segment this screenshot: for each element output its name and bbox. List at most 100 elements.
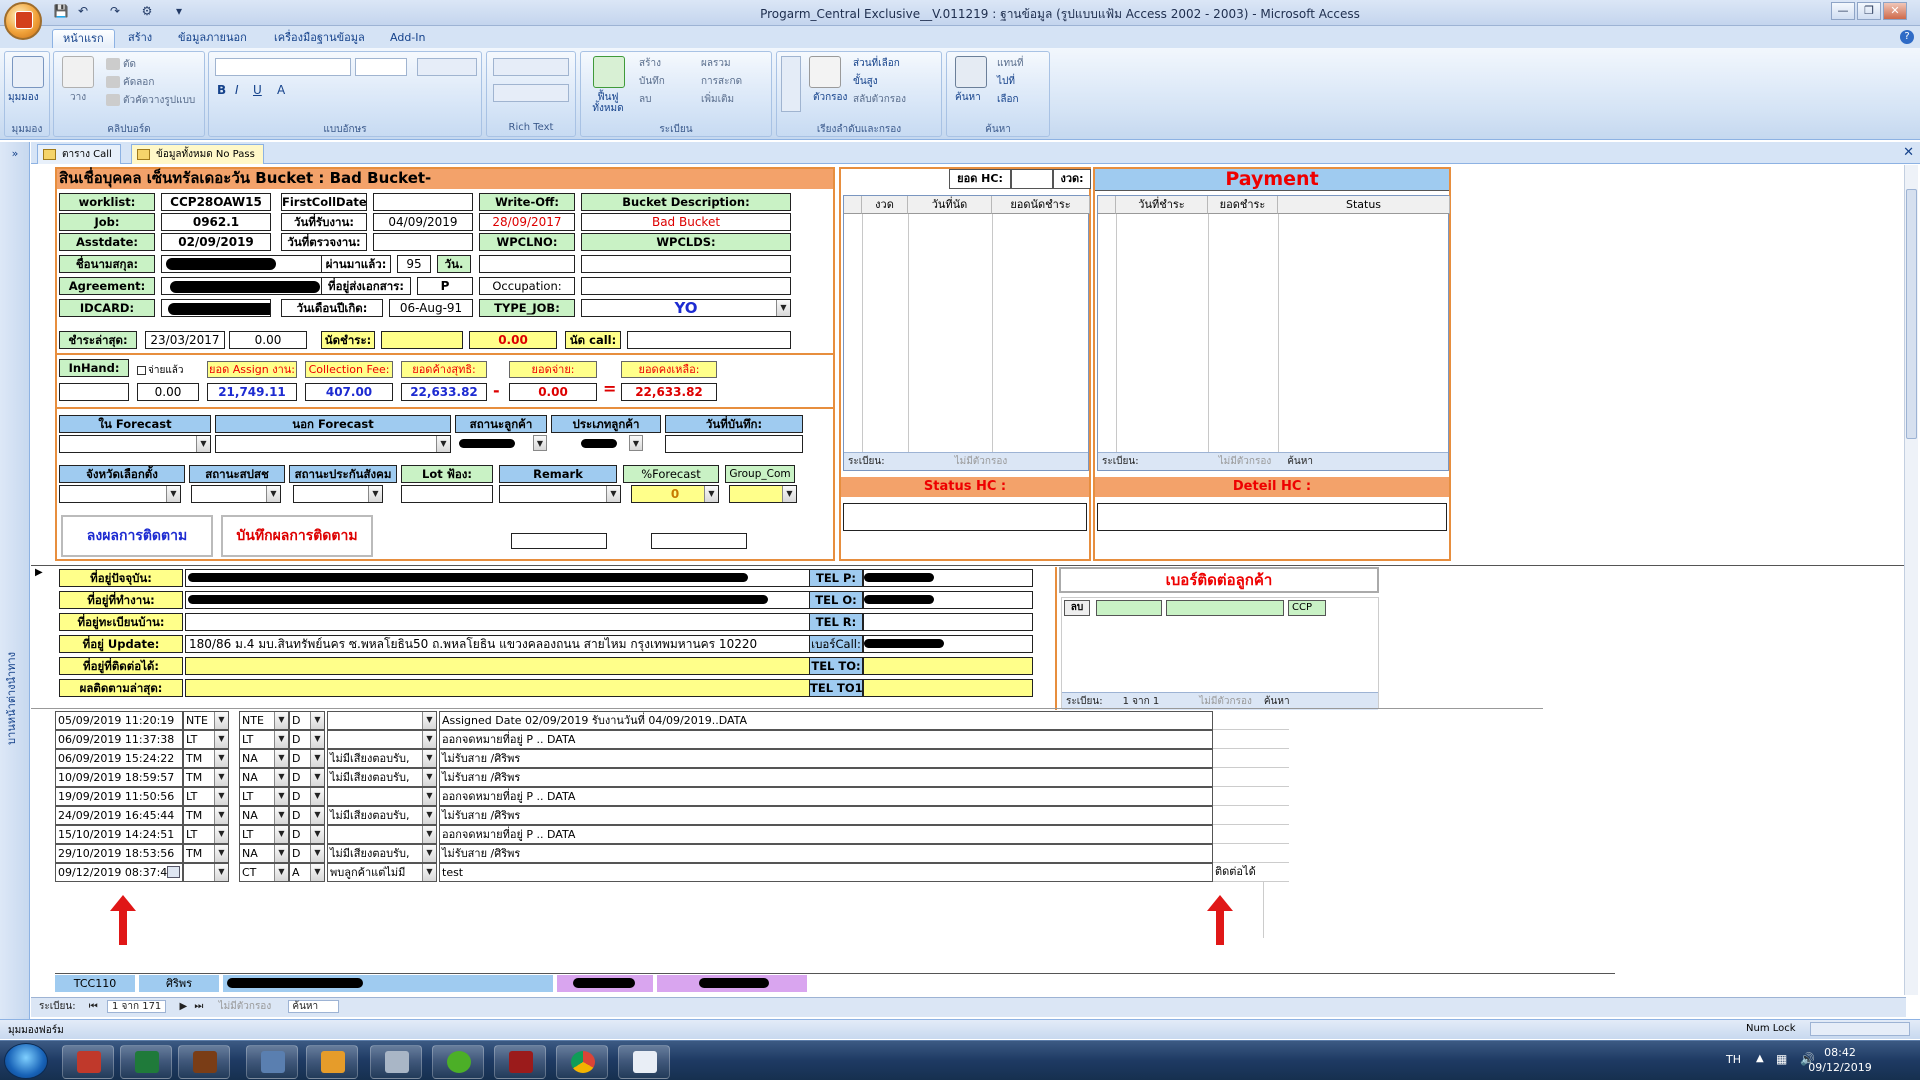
log-note[interactable]: ออกจดหมายที่อยู่ P .. DATA [439, 825, 1213, 844]
chevron-down-icon[interactable]: ▼ [422, 750, 436, 767]
log-status-code[interactable]: D ▼ [289, 711, 325, 730]
hc-amount-field[interactable] [1011, 169, 1053, 189]
firstcall-field[interactable] [373, 193, 473, 211]
quick-access-icon[interactable]: ⚙ [138, 4, 156, 20]
chevron-down-icon[interactable]: ▼ [310, 826, 324, 843]
doctab-no-pass[interactable]: ข้อมูลทั้งหมด No Pass [131, 144, 264, 164]
chevron-down-icon[interactable]: ▼ [274, 712, 288, 729]
out-forecast-select[interactable]: ▼ [215, 435, 451, 453]
chevron-down-icon[interactable]: ▼ [214, 864, 228, 881]
log-contact-result[interactable] [1213, 711, 1289, 730]
new-record-button[interactable]: สร้าง [639, 58, 661, 70]
remain-field[interactable]: 22,633.82 [621, 383, 717, 401]
log-reason[interactable]: ไม่มีเสียงตอบรับ, ▼ [327, 806, 437, 825]
tel-to1-field[interactable] [863, 679, 1033, 697]
contact-ccp-field[interactable]: CCP [1288, 600, 1326, 616]
log-reason[interactable]: ไม่มีเสียงตอบรับ, ▼ [327, 844, 437, 863]
customize-qat-icon[interactable]: ▾ [170, 4, 188, 20]
chevron-down-icon[interactable]: ▼ [274, 750, 288, 767]
chevron-down-icon[interactable]: ▼ [606, 486, 620, 502]
chevron-down-icon[interactable]: ▼ [214, 788, 228, 805]
log-contact-result[interactable] [1213, 730, 1289, 749]
align-buttons[interactable] [417, 58, 477, 76]
find-button[interactable]: ค้นหา [955, 92, 981, 104]
net-field[interactable]: 22,633.82 [401, 383, 487, 401]
bucketdesc-field[interactable]: Bad Bucket [581, 213, 791, 231]
social-security-select[interactable]: ▼ [293, 485, 383, 503]
chevron-down-icon[interactable]: ▼ [214, 750, 228, 767]
format-painter-button[interactable]: ตัวคัดวางรูปแบบ [106, 94, 195, 107]
log-result-code[interactable]: NA ▼ [239, 844, 289, 863]
spelling-button[interactable]: การสะกด [701, 76, 742, 88]
save-followup-button[interactable]: บันทึกผลการติดตาม [221, 515, 373, 557]
taskbar-app-access[interactable] [494, 1045, 546, 1079]
chevron-down-icon[interactable]: ▼ [196, 436, 210, 452]
lastpay-amount-field[interactable]: 0.00 [229, 331, 307, 349]
log-reason[interactable]: ▼ [327, 787, 437, 806]
list-buttons[interactable] [493, 84, 569, 102]
log-note[interactable]: ไม่รับสาย /ศิริพร [439, 844, 1213, 863]
refresh-all-button[interactable]: ฟื้นฟู ทั้งหมด [583, 92, 633, 114]
wpclds-field[interactable] [581, 255, 791, 273]
log-status-code[interactable]: D ▼ [289, 768, 325, 787]
totals-button[interactable]: ผลรวม [701, 58, 731, 70]
view-switcher[interactable] [1810, 1022, 1910, 1036]
record-last-icon[interactable]: ⏭ [194, 1001, 203, 1012]
chevron-down-icon[interactable]: ▼ [214, 826, 228, 843]
bold-button[interactable]: B [217, 84, 226, 96]
lastpay-date-field[interactable]: 23/03/2017 [145, 331, 225, 349]
chevron-down-icon[interactable]: ▼ [310, 750, 324, 767]
log-datetime[interactable]: 24/09/2019 16:45:44 [55, 806, 183, 825]
log-reason[interactable]: พบลูกค้าแต่ไม่มี ▼ [327, 863, 437, 882]
log-datetime[interactable]: 29/10/2019 18:53:56 [55, 844, 183, 863]
delete-contact-button[interactable]: ลบ [1064, 600, 1090, 616]
customer-type-select[interactable]: ▼ [551, 435, 661, 453]
chevron-down-icon[interactable]: ▼ [422, 712, 436, 729]
customer-status-select[interactable]: ▼ [455, 435, 547, 453]
clock[interactable]: 08:42 09/12/2019 [1800, 1045, 1880, 1075]
navigation-pane[interactable]: บานหน้าต่างนำทาง [0, 142, 30, 1022]
no-filter-button[interactable]: ไม่มีตัวกรอง [219, 1001, 272, 1012]
chevron-down-icon[interactable]: ▼ [422, 769, 436, 786]
inhand-field[interactable] [59, 383, 129, 401]
log-contact-result[interactable] [1213, 806, 1289, 825]
tray-up-icon[interactable]: ▲ [1756, 1053, 1764, 1064]
wpclno-field[interactable] [479, 255, 575, 273]
network-icon[interactable]: ▦ [1776, 1052, 1787, 1066]
log-datetime[interactable]: 15/10/2019 14:24:51 [55, 825, 183, 844]
col-pay-status[interactable]: Status [1278, 196, 1450, 214]
record-next-icon[interactable]: ▶ [179, 1001, 187, 1012]
start-button[interactable] [4, 1043, 48, 1079]
log-status-code[interactable]: D ▼ [289, 844, 325, 863]
close-document-icon[interactable]: ✕ [1903, 145, 1914, 160]
asstdate-field[interactable]: 02/09/2019 [161, 233, 271, 251]
filter-icon[interactable] [809, 56, 841, 88]
chevron-down-icon[interactable]: ▼ [274, 864, 288, 881]
row-selector[interactable] [1098, 196, 1116, 214]
addr-house-field[interactable] [185, 613, 835, 631]
toggle-filter-button[interactable]: สลับตัวกรอง [853, 94, 906, 106]
paid-checkbox[interactable]: จ่ายแล้ว [137, 363, 184, 378]
addr-contact-field[interactable] [185, 657, 835, 675]
redo-icon[interactable]: ↷ [106, 4, 124, 20]
tab-addin[interactable]: Add-In [380, 29, 435, 48]
nhso-status-select[interactable]: ▼ [191, 485, 281, 503]
paid-amount-field[interactable]: 0.00 [137, 383, 199, 401]
log-datetime[interactable]: 19/09/2019 11:50:56 [55, 787, 183, 806]
chevron-down-icon[interactable]: ▼ [629, 435, 643, 451]
taskbar-app-utorrent[interactable] [432, 1045, 484, 1079]
chevron-down-icon[interactable]: ▼ [422, 864, 436, 881]
log-contact-result[interactable] [1213, 825, 1289, 844]
province-select[interactable]: ▼ [59, 485, 181, 503]
log-note[interactable]: ไม่รับสาย /ศิริพร [439, 768, 1213, 787]
sort-icon[interactable] [781, 56, 801, 112]
col-pay-date[interactable]: วันที่ชำระ [1116, 196, 1208, 214]
chevron-down-icon[interactable]: ▼ [274, 826, 288, 843]
chevron-down-icon[interactable]: ▼ [310, 845, 324, 862]
log-result-code[interactable]: NA ▼ [239, 768, 289, 787]
log-action-code[interactable]: ▼ [183, 863, 229, 882]
col-pay-amount[interactable]: ยอดชำระ [1208, 196, 1278, 214]
log-action-code[interactable]: TM ▼ [183, 768, 229, 787]
chevron-down-icon[interactable]: ▼ [422, 826, 436, 843]
col-appt-date[interactable]: วันที่นัด [908, 196, 992, 214]
